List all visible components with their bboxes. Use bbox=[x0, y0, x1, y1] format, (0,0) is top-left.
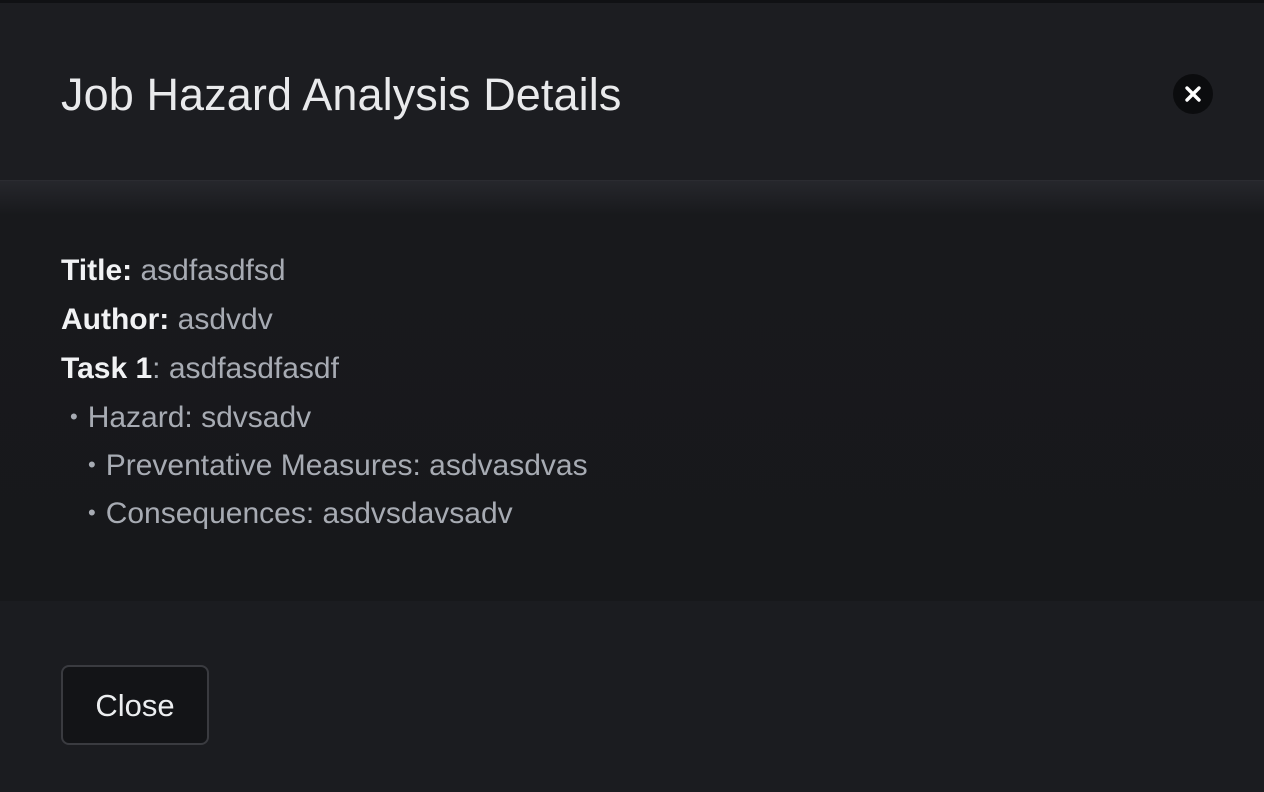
hazard-item: • Hazard: sdvsadv bbox=[70, 397, 311, 438]
preventative-measures-text: Preventative Measures: asdvasdvas bbox=[105, 449, 588, 482]
modal-close-button[interactable] bbox=[1173, 74, 1213, 114]
author-row: Author: asdvdv bbox=[61, 300, 273, 340]
bullet: • bbox=[88, 500, 96, 525]
consequences-item: • Consequences: asdvsdavsadv bbox=[88, 493, 513, 534]
modal-body: Title: asdfasdfsd Author: asdvdv Task 1:… bbox=[0, 181, 1264, 601]
consequences-text: Consequences: asdvsdavsadv bbox=[105, 497, 513, 530]
modal-title: Job Hazard Analysis Details bbox=[61, 69, 622, 120]
close-button[interactable]: Close bbox=[61, 665, 209, 745]
hazard-text: Hazard: sdvsadv bbox=[87, 401, 312, 434]
task-label: Task 1 bbox=[61, 352, 153, 385]
title-row: Title: asdfasdfsd bbox=[61, 251, 286, 291]
modal-header: Job Hazard Analysis Details bbox=[0, 3, 1264, 181]
author-label: Author: bbox=[61, 303, 170, 336]
task-row: Task 1: asdfasdfasdf bbox=[61, 349, 339, 389]
close-icon bbox=[1185, 86, 1201, 102]
author-value: asdvdv bbox=[177, 303, 273, 336]
task-value: : asdfasdfasdf bbox=[152, 352, 339, 385]
modal-footer: Close bbox=[0, 601, 1264, 792]
preventative-measures-item: • Preventative Measures: asdvasdvas bbox=[88, 445, 588, 486]
job-hazard-analysis-modal: Job Hazard Analysis Details Title: asdfa… bbox=[0, 0, 1264, 792]
title-value: asdfasdfsd bbox=[140, 254, 286, 287]
bullet: • bbox=[70, 404, 78, 429]
title-label: Title: bbox=[61, 254, 133, 287]
bullet: • bbox=[88, 452, 96, 477]
